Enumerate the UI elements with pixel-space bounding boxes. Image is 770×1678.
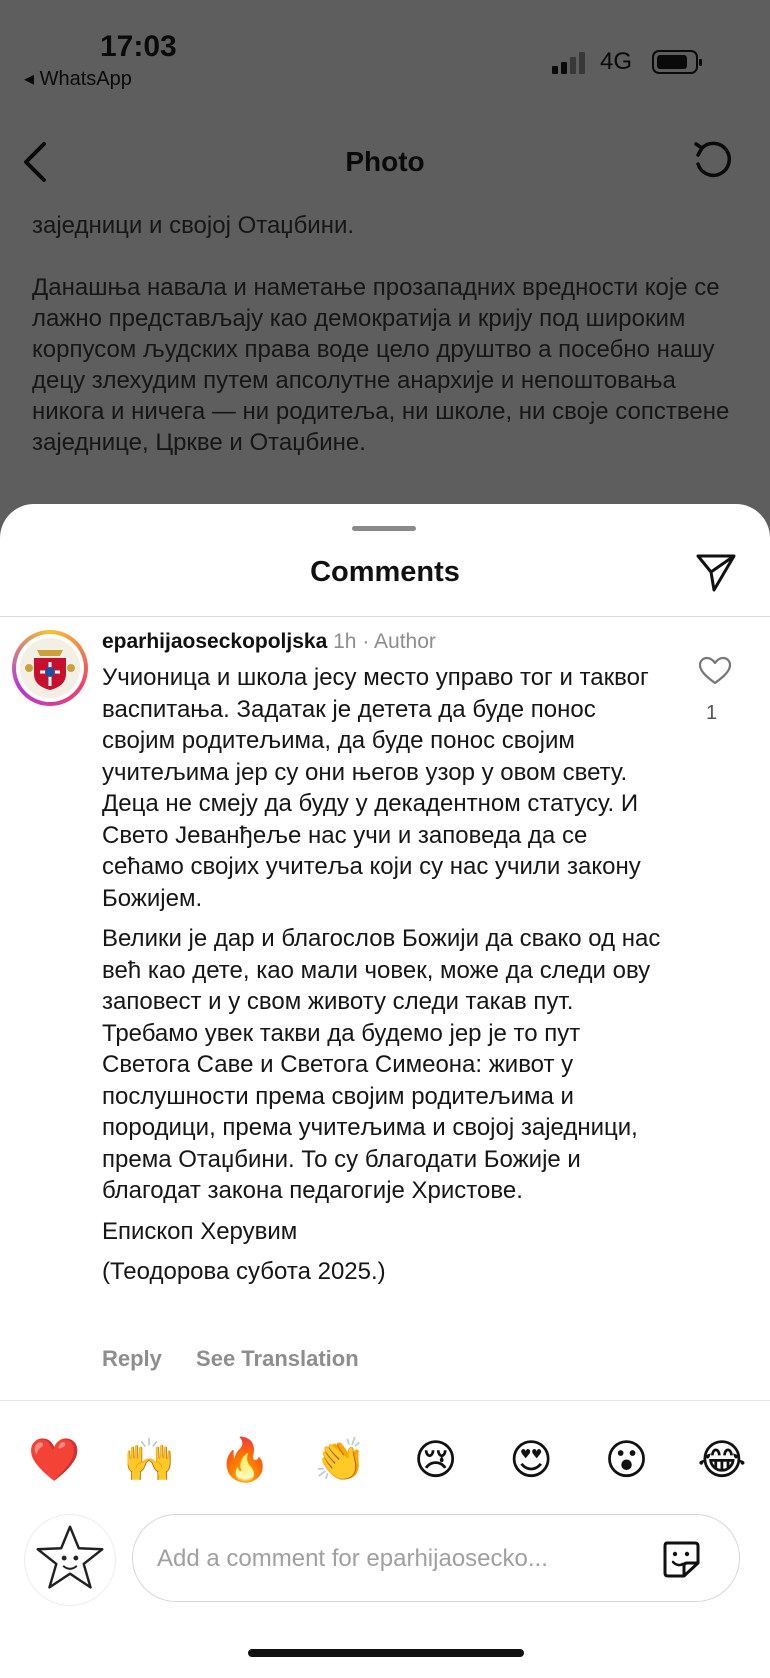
like-count: 1	[706, 702, 718, 724]
coat-of-arms-icon	[20, 638, 80, 698]
see-translation-button[interactable]: See Translation	[196, 1346, 359, 1371]
comment-paragraph: Велики је дар и благослов Божији да свак…	[102, 925, 661, 1204]
comment-input[interactable]: Add a comment for eparhijaosecko...	[132, 1514, 740, 1602]
reaction-laugh[interactable]: 😂	[696, 1434, 748, 1486]
quick-reactions-bar: ❤️ 🙌 🔥 👏 😢 😍 😮 😂	[28, 1432, 748, 1488]
heart-icon[interactable]	[698, 656, 732, 686]
signal-icon	[552, 52, 590, 74]
reaction-raised-hands[interactable]: 🙌	[123, 1434, 175, 1486]
reaction-heart[interactable]: ❤️	[28, 1434, 80, 1486]
divider	[0, 616, 770, 617]
photo-text: заједници и својој Отаџбини. Данашња нав…	[32, 210, 752, 489]
reaction-fire[interactable]: 🔥	[219, 1434, 271, 1486]
comment-input-placeholder: Add a comment for eparhijaosecko...	[157, 1545, 548, 1572]
sheet-grabber[interactable]	[352, 526, 416, 531]
comment-date: (Теодорова субота 2025.)	[102, 1258, 386, 1285]
photo-topbar: Photo	[0, 130, 770, 200]
send-icon[interactable]	[694, 550, 738, 594]
photo-paragraph: Данашња навала и наметање прозападних вр…	[32, 274, 730, 456]
comment-header: eparhijaoseckopoljska 1h · Author	[102, 630, 436, 654]
avatar[interactable]	[12, 630, 88, 706]
back-to-app-link[interactable]: ◂ WhatsApp	[24, 66, 132, 91]
comment-separator: ·	[362, 630, 370, 653]
comment-paragraph: Учионица и школа јесу место управо тог и…	[102, 664, 649, 912]
reaction-surprised[interactable]: 😮	[601, 1434, 653, 1486]
photo-background: 17:03 ◂ WhatsApp 4G Photo заједници и св…	[0, 0, 770, 560]
comments-sheet: Comments eparhijaoseckopoljska 1h · Auth…	[0, 504, 770, 1678]
reply-button[interactable]: Reply	[102, 1346, 162, 1371]
status-bar: 17:03 ◂ WhatsApp 4G	[0, 0, 770, 100]
comment-signature: Епископ Херувим	[102, 1217, 298, 1245]
comment-age: 1h	[333, 630, 357, 653]
comment-actions: Reply See Translation	[102, 1346, 387, 1372]
battery-icon	[652, 50, 702, 74]
comment-body: Учионица и школа јесу место управо тог и…	[102, 662, 672, 1297]
status-time: 17:03	[100, 30, 177, 63]
reaction-heart-eyes[interactable]: 😍	[505, 1434, 557, 1486]
comments-title: Comments	[310, 556, 460, 588]
sticker-icon[interactable]	[659, 1537, 703, 1581]
page-title: Photo	[345, 146, 425, 177]
comment-username[interactable]: eparhijaoseckopoljska	[102, 630, 327, 653]
home-indicator[interactable]	[248, 1649, 524, 1657]
author-badge: Author	[374, 630, 436, 653]
reaction-clap[interactable]: 👏	[314, 1434, 366, 1486]
reaction-cry[interactable]: 😢	[410, 1434, 462, 1486]
refresh-icon[interactable]	[690, 138, 736, 184]
divider	[0, 1400, 770, 1401]
network-type: 4G	[600, 48, 633, 75]
my-avatar	[24, 1514, 116, 1606]
photo-paragraph: заједници и својој Отаџбини.	[32, 212, 355, 239]
